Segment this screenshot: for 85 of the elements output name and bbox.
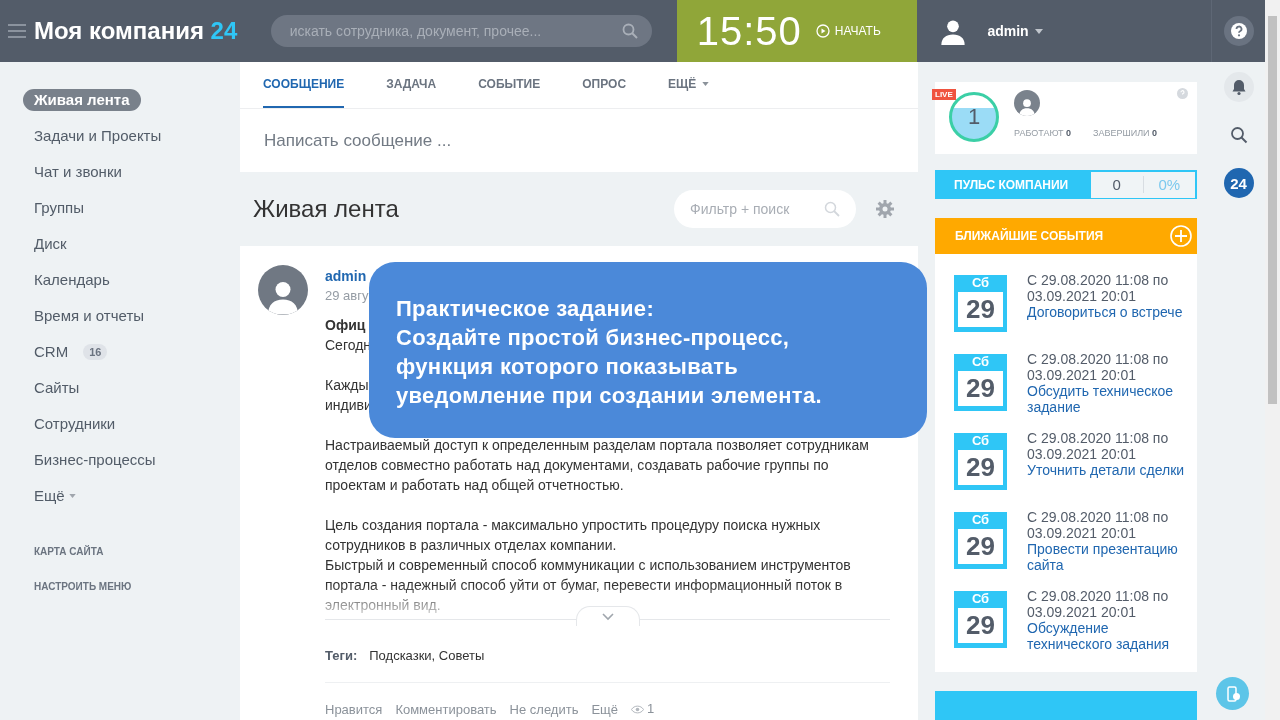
sidebar-link[interactable]: КАРТА САЙТА xyxy=(23,536,240,567)
sidebar-item[interactable]: Чат и звонки xyxy=(23,161,133,183)
tags-label: Теги: xyxy=(325,647,358,665)
sidebar-item[interactable]: Группы xyxy=(23,197,95,219)
post-action[interactable]: Нравится xyxy=(325,701,383,717)
post-action[interactable]: Не следить xyxy=(509,701,579,717)
logo[interactable]: Моя компания 24 xyxy=(34,17,238,45)
pulse-percent: 0% xyxy=(1157,176,1182,194)
notifications-button[interactable] xyxy=(1223,72,1254,102)
calendar-date: Сб 29 xyxy=(954,274,1007,332)
plus-icon[interactable] xyxy=(1170,225,1192,247)
pulse-value: 0 xyxy=(1091,176,1144,194)
calendar-date: Сб 29 xyxy=(954,432,1007,490)
counter-badge: 16 xyxy=(83,344,108,360)
help-icon[interactable] xyxy=(1177,88,1188,99)
author-avatar-icon xyxy=(258,265,308,315)
sidebar-item[interactable]: Бизнес-процессы xyxy=(23,449,167,471)
composer-tab[interactable]: СОБЫТИЕ xyxy=(478,62,541,108)
phone-icon xyxy=(1224,685,1241,702)
play-icon xyxy=(815,24,830,38)
eye-icon xyxy=(631,704,645,714)
message-field[interactable]: Написать сообщение ... xyxy=(262,130,766,152)
event-link[interactable]: Провести презентацию сайта xyxy=(1027,540,1187,573)
menu-icon[interactable] xyxy=(8,24,26,38)
sidebar-item[interactable]: Диск xyxy=(23,233,78,255)
event-time: С 29.08.2020 11:08 по 03.09.2021 20:01 xyxy=(1027,508,1170,541)
view-count: 1 xyxy=(647,700,655,718)
post-text: Цель создания портала - максимально упростить процедуру поиска нужных сотрудников в различных отделах компании. xyxy=(325,516,822,555)
user-avatar-icon xyxy=(1014,90,1040,116)
event-link[interactable]: Уточнить детали сделки xyxy=(1027,461,1187,478)
task-callout: Практическое задание: Создайте простой бизнес-процесс, функция которого показывать уведомление при создании элемента. xyxy=(369,262,927,438)
help-button[interactable] xyxy=(1223,16,1254,46)
post-title: Офиц xyxy=(325,316,367,335)
user-menu[interactable]: admin xyxy=(987,23,1043,39)
composer-tab[interactable]: ЗАДАЧА xyxy=(386,62,437,108)
search-field[interactable]: искать сотрудника, документ, прочее... xyxy=(270,15,652,47)
search-icon xyxy=(1229,126,1248,144)
sidebar-item[interactable]: Время и отчеты xyxy=(23,305,156,327)
event-link[interactable]: Обсудить техническое задание xyxy=(1027,382,1187,415)
clock-time: 15:50 xyxy=(696,8,802,54)
sidebar-item[interactable]: Задачи и Проекты xyxy=(23,125,173,147)
sidebar-link[interactable]: НАСТРОИТЬ МЕНЮ xyxy=(23,571,240,602)
search-icon xyxy=(824,201,840,217)
finished-stat: ЗАВЕРШИЛИ 0 xyxy=(1093,128,1158,138)
post-text: Быстрый и современный способ коммуникации с использованием инструментов портала - надежный способ уйти от бумаг, перевести информационный поток в электронный вид. xyxy=(325,556,852,615)
author-link[interactable]: admin xyxy=(325,266,367,286)
expand-button[interactable] xyxy=(576,606,640,626)
composer-tab[interactable]: ЕЩЁ xyxy=(668,62,710,108)
working-stat: РАБОТАЮТ 0 xyxy=(1014,128,1072,138)
sidebar-item[interactable]: Живая лента xyxy=(23,89,141,111)
post-action[interactable]: Комментировать xyxy=(395,701,497,717)
event-link[interactable]: Договориться о встрече xyxy=(1027,303,1187,320)
post-action[interactable]: Ещё xyxy=(591,701,619,717)
calendar-date: Сб 29 xyxy=(954,590,1007,648)
event-time: С 29.08.2020 11:08 по 03.09.2021 20:01 xyxy=(1027,587,1170,620)
calendar-date: Сб 29 xyxy=(954,353,1007,411)
sidebar-item[interactable]: Сотрудники xyxy=(23,413,127,435)
feed-title: Живая лента xyxy=(253,195,400,223)
calendar-date: Сб 29 xyxy=(954,511,1007,569)
pulse-bar[interactable]: ПУЛЬС КОМПАНИИ 0 0% xyxy=(935,170,1197,200)
post-text: Настраиваемый доступ к определенным разделам портала позволяет сотрудникам отделов совместно работать над документами, создавать рабочие группы по проектам и работать над общей отчетностью. xyxy=(325,436,870,495)
help-icon xyxy=(1229,22,1248,40)
post-text: Кажды xyxy=(325,376,369,395)
composer-tab[interactable]: ОПРОС xyxy=(582,62,627,108)
live-badge: LIVE xyxy=(932,89,956,100)
search-icon xyxy=(621,23,638,39)
composer-tab[interactable]: СООБЩЕНИЕ xyxy=(263,62,345,108)
bitrix24-button[interactable]: 24 xyxy=(1223,168,1254,198)
bell-icon xyxy=(1229,78,1248,96)
event-time: С 29.08.2020 11:08 по 03.09.2021 20:01 xyxy=(1027,271,1170,304)
sidebar-item[interactable]: Сайты xyxy=(23,377,91,399)
tags-list[interactable]: Подсказки, Советы xyxy=(369,646,485,666)
mobile-app-button[interactable] xyxy=(1216,677,1249,710)
event-link[interactable]: Обсуждение технического задания xyxy=(1027,619,1187,652)
settings-icon[interactable] xyxy=(876,200,894,218)
filter-search-field[interactable]: Фильтр + поиск xyxy=(674,190,856,228)
sidebar-item[interactable]: CRM xyxy=(23,341,80,363)
events-title: БЛИЖАЙШИЕ СОБЫТИЯ xyxy=(955,229,1105,243)
event-time: С 29.08.2020 11:08 по 03.09.2021 20:01 xyxy=(1027,350,1170,383)
sidebar-item[interactable]: Ещё xyxy=(23,485,87,507)
chevron-down-icon xyxy=(602,612,614,621)
caret-icon xyxy=(1034,28,1043,34)
event-time: С 29.08.2020 11:08 по 03.09.2021 20:01 xyxy=(1027,429,1170,462)
sidebar-item[interactable]: Календарь xyxy=(23,269,121,291)
post-date: 29 авгу xyxy=(325,287,370,305)
